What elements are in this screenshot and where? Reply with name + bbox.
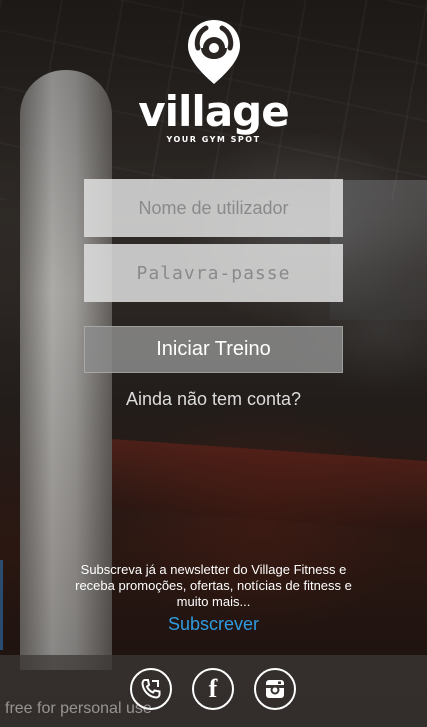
brand-tagline: YOUR GYM SPOT: [166, 135, 261, 144]
brand-logo: village YOUR GYM SPOT: [0, 18, 427, 144]
instagram-icon: [266, 680, 284, 698]
facebook-button[interactable]: f: [192, 668, 234, 710]
village-logo-icon: [187, 20, 240, 84]
facebook-icon: f: [208, 674, 218, 703]
login-screen: village YOUR GYM SPOT Iniciar Treino Ain…: [0, 0, 427, 727]
newsletter-text: Subscreva já a newsletter do Village Fit…: [75, 562, 352, 609]
watermark-text: free for personal use: [5, 700, 152, 717]
subscribe-link[interactable]: Subscrever: [0, 614, 427, 635]
edge-accent: [0, 560, 3, 650]
username-input[interactable]: [84, 179, 343, 237]
phone-icon: [141, 679, 161, 699]
brand-name: village: [138, 87, 289, 136]
password-input[interactable]: [84, 244, 343, 302]
instagram-button[interactable]: [254, 668, 296, 710]
start-workout-button[interactable]: Iniciar Treino: [84, 326, 343, 373]
create-account-link[interactable]: Ainda não tem conta?: [0, 389, 427, 410]
